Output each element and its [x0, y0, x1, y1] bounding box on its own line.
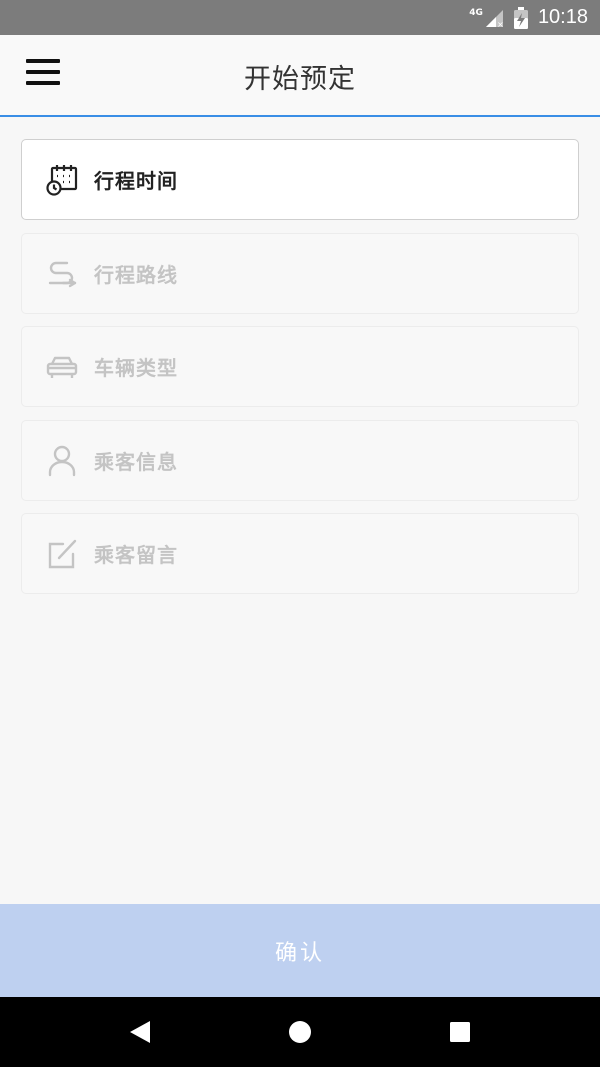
- section-label: 行程时间: [94, 169, 178, 193]
- home-icon: [289, 1021, 311, 1043]
- status-bar: 4G × 10:18: [0, 0, 600, 35]
- recents-icon: [450, 1022, 470, 1042]
- confirm-button-label: 确认: [274, 940, 325, 966]
- signal-indicator: 4G ×: [469, 8, 504, 28]
- battery-icon: [513, 6, 528, 29]
- system-nav-bar: [0, 997, 600, 1067]
- back-icon: [130, 1021, 150, 1043]
- signal-icon: ×: [485, 9, 504, 28]
- route-icon: [44, 255, 80, 291]
- section-trip-time[interactable]: 行程时间: [21, 139, 579, 220]
- section-trip-route[interactable]: 行程路线: [21, 232, 579, 314]
- person-icon: [44, 442, 80, 478]
- status-time: 10:18: [537, 6, 588, 28]
- recents-button[interactable]: [440, 1012, 480, 1052]
- edit-note-icon: [44, 536, 80, 572]
- confirm-button[interactable]: 确认: [0, 904, 600, 997]
- page-title: 开始预定: [244, 64, 356, 95]
- back-button[interactable]: [120, 1012, 160, 1052]
- home-button[interactable]: [280, 1012, 320, 1052]
- section-label: 乘客留言: [94, 543, 178, 567]
- car-icon: [44, 349, 80, 385]
- section-label: 车辆类型: [94, 356, 178, 380]
- app-bar: 开始预定: [0, 35, 600, 117]
- section-label: 乘客信息: [94, 449, 178, 474]
- section-label: 行程路线: [94, 262, 178, 287]
- section-passenger-info[interactable]: 乘客信息: [21, 419, 579, 501]
- section-vehicle-type[interactable]: 车辆类型: [21, 326, 579, 407]
- section-passenger-message[interactable]: 乘客留言: [21, 513, 579, 594]
- svg-text:×: ×: [497, 20, 504, 28]
- network-type-label: 4G: [469, 7, 483, 18]
- calendar-clock-icon: [44, 162, 80, 198]
- booking-section-list: 行程时间 行程路线 车辆类型 乘客信息 乘客留言: [21, 139, 579, 607]
